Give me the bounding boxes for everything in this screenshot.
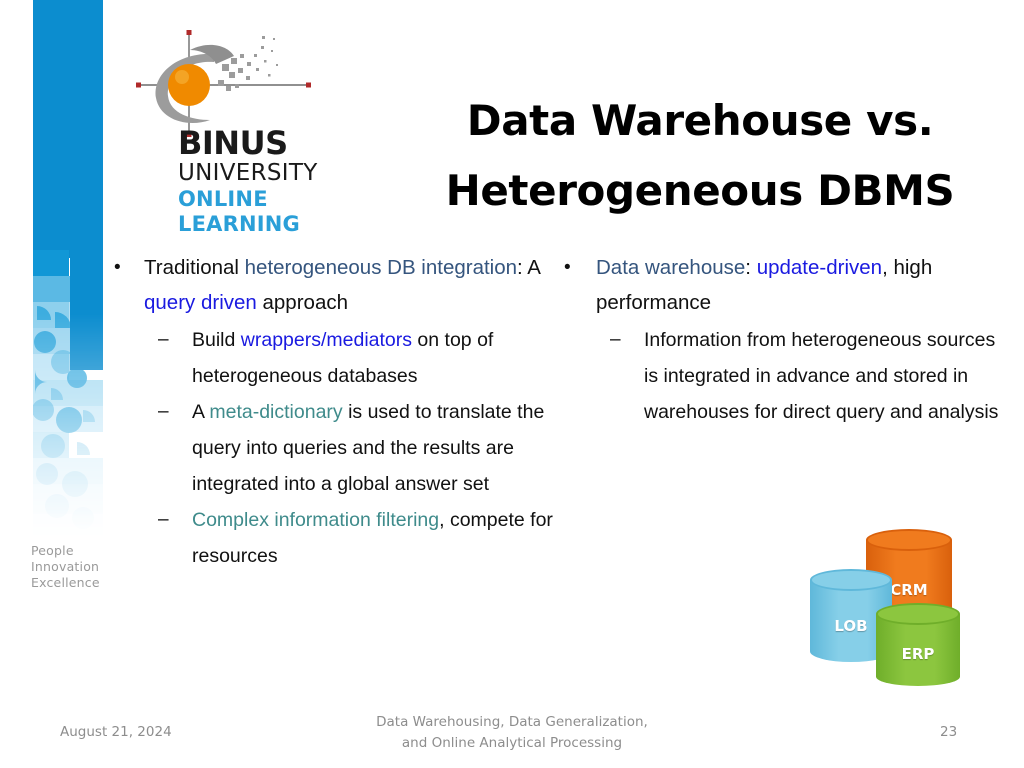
logo-learning-text: LEARNING (178, 212, 300, 236)
logo-university-text: UNIVERSITY (178, 160, 318, 186)
bullet-marker-dash: – (610, 329, 621, 350)
cylinder-erp-top (876, 603, 960, 625)
logo-online-text: ONLINE (178, 187, 268, 211)
text-run-teal: meta-dictionary (209, 401, 343, 423)
footer-page-number: 23 (940, 724, 958, 740)
cylinder-erp: ERP (876, 603, 960, 689)
cylinder-crm-top (866, 529, 952, 551)
footer-subject-line-1: Data Warehousing, Data Generalization, (376, 714, 648, 730)
binus-logo: BINUS UNIVERSITY ONLINE LEARNING (130, 24, 335, 236)
content-column-left: • Traditional heterogeneous DB integratio… (106, 250, 558, 574)
text-run-plain: A (192, 401, 210, 423)
text-run-slate: Data warehouse (596, 256, 746, 279)
text-run-plain: Build (192, 329, 241, 351)
footer-subject-line-2: and Online Analytical Processing (401, 735, 623, 751)
bullet-marker-dash: – (158, 401, 169, 422)
bullet-left-3: – A meta-dictionary is used to translate … (106, 394, 558, 502)
text-run-plain: : (745, 256, 757, 279)
bullet-right-1: • Data warehouse: update-driven, high per… (556, 250, 1008, 320)
slide-canvas: People Innovation Excellence BINUS UNIVE… (0, 0, 1024, 768)
text-run-teal: Complex information filtering (192, 509, 440, 531)
text-run-plain: Traditional (144, 256, 245, 279)
tagline-line-3: Excellence (31, 575, 100, 590)
slide-title-line-2: Heterogeneous DBMS (445, 166, 955, 215)
cylinder-lob-top (810, 569, 892, 591)
bullet-left-4: – Complex information filtering, compete … (106, 502, 558, 574)
text-run-plain: Information from heterogeneous sources i… (644, 329, 999, 423)
bullet-marker-dash: – (158, 509, 169, 530)
sidebar-mosaic-pattern (33, 250, 103, 540)
bullet-left-2: – Build wrappers/mediators on top of hete… (106, 322, 558, 394)
bullet-marker-dot: • (114, 257, 121, 278)
slide-title-line-1: Data Warehouse vs. (466, 96, 934, 145)
sidebar-solid-bar (33, 0, 103, 258)
text-run-blue: query driven (144, 291, 257, 314)
footer-date: August 21, 2024 (60, 724, 172, 740)
cylinder-erp-label: ERP (901, 645, 935, 663)
bullet-left-1: • Traditional heterogeneous DB integratio… (106, 250, 558, 320)
text-run-plain: approach (256, 291, 349, 314)
text-run-blue: update-driven (756, 256, 883, 279)
sidebar-decoration (33, 0, 103, 540)
logo-wordmark: BINUS UNIVERSITY ONLINE LEARNING (178, 127, 338, 237)
bullet-marker-dash: – (158, 329, 169, 350)
slide-title: Data Warehouse vs. Heterogeneous DBMS (400, 86, 1000, 226)
text-run-slate: heterogeneous DB integration (244, 256, 518, 279)
bullet-marker-dot: • (564, 257, 571, 278)
text-run-plain: : A (517, 256, 540, 279)
logo-binus-text: BINUS (178, 124, 288, 162)
footer-subject: Data Warehousing, Data Generalization, a… (312, 712, 712, 754)
text-run-blue: wrappers/mediators (240, 329, 413, 351)
database-cylinders-graphic: CRM LOB ERP (808, 527, 988, 692)
content-column-right: • Data warehouse: update-driven, high per… (556, 250, 1008, 430)
sidebar-mosaic-bar (70, 250, 103, 370)
bullet-right-2: – Information from heterogeneous sources … (556, 322, 1008, 430)
